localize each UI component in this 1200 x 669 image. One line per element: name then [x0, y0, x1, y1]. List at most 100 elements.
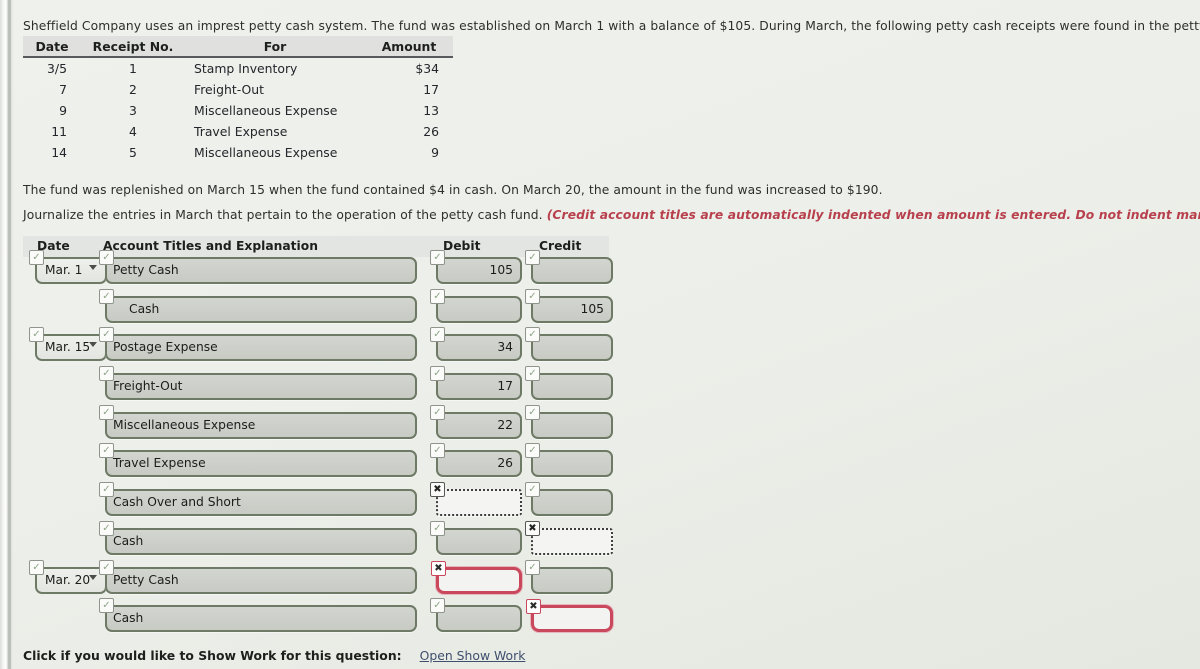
credit-amount-input[interactable]: ✓ [525, 366, 613, 401]
receipt-cell-date: 7 [59, 82, 67, 97]
credit-status-icon: ✓ [525, 250, 540, 265]
debit-status-icon: ✓ [430, 598, 445, 614]
receipt-cell-number: 3 [129, 103, 137, 118]
credit-amount-input[interactable]: ✓ [525, 443, 613, 478]
journal-table-body: ✓ Mar. 1 ✓ Petty Cash ✓ 105 ✓ ✓ Cash ✓ ✓ 105 ✓ Mar. 1… [23, 250, 613, 644]
account-title-input[interactable]: ✓ Miscellaneous Expense [99, 404, 417, 439]
credit-status-icon: ✓ [525, 366, 540, 382]
journal-date-value: Mar. 15 [45, 340, 91, 355]
credit-status-icon: ✓ [525, 559, 540, 575]
receipt-cell-number: 4 [129, 124, 137, 139]
debit-amount-value: 34 [497, 340, 513, 355]
credit-status-icon: ✓ [525, 443, 540, 459]
credit-amount-input[interactable]: ✖ [525, 520, 613, 555]
journal-col-debit: Debit [443, 239, 481, 253]
debit-amount-input[interactable]: ✓ [430, 520, 522, 555]
debit-status-icon: ✓ [430, 404, 445, 420]
window-left-edge [0, 0, 14, 669]
table-row: 9 3 Miscellaneous Expense 13 [23, 100, 453, 121]
debit-status-icon: ✖ [430, 482, 445, 498]
credit-amount-input[interactable]: ✓ [525, 250, 613, 284]
account-title-input[interactable]: ✓ Cash [99, 288, 417, 323]
replenish-statement: The fund was replenished on March 15 whe… [23, 183, 883, 197]
receipt-cell-for: Miscellaneous Expense [194, 145, 338, 160]
journal-entry-row: ✓ Cash ✓ ✖ [23, 598, 613, 644]
window-scroll-rail[interactable] [8, 0, 11, 669]
petty-cash-receipts-table: Date Receipt No. For Amount 3/5 1 Stamp In… [23, 36, 453, 163]
debit-amount-input[interactable]: ✓ [430, 288, 522, 323]
credit-amount-input[interactable]: ✖ [526, 599, 613, 633]
credit-amount-input[interactable]: ✓ [525, 327, 613, 362]
debit-amount-value: 17 [497, 379, 513, 394]
debit-amount-input[interactable]: ✓ 22 [430, 404, 522, 439]
credit-amount-input[interactable]: ✓ [525, 482, 613, 517]
journalize-instruction: Journalize the entries in March that per… [23, 207, 1200, 223]
debit-amount-input[interactable]: ✖ [431, 560, 522, 594]
journal-date-select[interactable]: ✓ Mar. 20 [29, 559, 107, 594]
journal-date-select[interactable]: ✓ Mar. 15 [29, 327, 107, 362]
credit-amount-input[interactable]: ✓ 105 [525, 288, 613, 323]
debit-status-icon: ✓ [430, 250, 445, 265]
receipt-cell-amount: 9 [431, 145, 439, 160]
account-title-input[interactable]: ✓ Postage Expense [99, 327, 417, 362]
account-title-value: Miscellaneous Expense [113, 417, 256, 432]
debit-amount-input[interactable]: ✓ 17 [430, 366, 522, 401]
credit-status-icon: ✓ [525, 327, 540, 343]
receipts-col-date: Date [23, 36, 81, 58]
account-title-input[interactable]: ✓ Cash Over and Short [99, 482, 417, 517]
debit-amount-input[interactable]: ✓ 105 [430, 250, 522, 284]
receipts-col-receipt: Receipt No. [81, 36, 185, 58]
account-status-icon: ✓ [99, 559, 114, 575]
show-work-prompt: Click if you would like to Show Work for… [23, 648, 402, 663]
open-show-work-link[interactable]: Open Show Work [420, 648, 526, 663]
debit-status-icon: ✓ [430, 443, 445, 459]
account-title-value: Travel Expense [113, 456, 206, 471]
credit-amount-input[interactable]: ✓ [525, 559, 613, 594]
credit-status-icon: ✖ [526, 599, 541, 615]
account-title-input[interactable]: ✓ Cash [99, 598, 417, 633]
chevron-down-icon [89, 574, 97, 580]
account-title-value: Cash [113, 611, 144, 626]
debit-status-icon: ✓ [430, 288, 445, 304]
account-title-input[interactable]: ✓ Freight-Out [99, 366, 417, 401]
account-title-value: Cash [129, 301, 160, 316]
date-status-icon: ✓ [29, 559, 44, 575]
intro-paragraph: Sheffield Company uses an imprest petty … [23, 19, 1200, 33]
account-title-value: Petty Cash [113, 263, 179, 277]
debit-status-icon: ✖ [431, 560, 446, 576]
table-row: 3/5 1 Stamp Inventory $34 [23, 58, 453, 79]
receipt-cell-for: Stamp Inventory [194, 61, 298, 76]
table-row: 14 5 Miscellaneous Expense 9 [23, 142, 453, 163]
receipt-cell-date: 3/5 [47, 61, 67, 76]
debit-status-icon: ✓ [430, 327, 445, 343]
receipt-cell-amount: $34 [415, 61, 439, 76]
receipt-cell-date: 9 [59, 103, 67, 118]
account-title-input[interactable]: ✓ Petty Cash [99, 559, 417, 594]
question-page: Sheffield Company uses an imprest petty … [0, 0, 1200, 669]
credit-status-icon: ✓ [525, 288, 540, 304]
account-title-value: Cash [113, 533, 144, 548]
debit-amount-input[interactable]: ✓ [430, 598, 522, 633]
journal-date-select[interactable]: ✓ Mar. 1 [29, 250, 107, 284]
account-title-input[interactable]: ✓ Cash [99, 520, 417, 555]
account-status-icon: ✓ [99, 443, 114, 459]
journal-entry-table: Date Account Titles and Explanation Debi… [23, 236, 613, 644]
receipt-cell-date: 14 [51, 145, 67, 160]
debit-amount-input[interactable]: ✖ [430, 482, 522, 517]
account-title-value: Postage Expense [113, 340, 218, 355]
account-status-icon: ✓ [99, 327, 114, 343]
account-title-input[interactable]: ✓ Petty Cash [99, 250, 417, 284]
instruction-emphasis-text: (Credit account titles are automatically… [546, 208, 1200, 222]
credit-amount-input[interactable]: ✓ [525, 404, 613, 439]
debit-status-icon: ✓ [430, 366, 445, 382]
credit-status-icon: ✖ [525, 520, 540, 536]
journal-date-value: Mar. 1 [45, 263, 83, 277]
account-status-icon: ✓ [99, 250, 114, 265]
debit-amount-input[interactable]: ✓ 34 [430, 327, 522, 362]
debit-amount-input[interactable]: ✓ 26 [430, 443, 522, 478]
credit-amount-value: 105 [580, 301, 604, 316]
account-title-input[interactable]: ✓ Travel Expense [99, 443, 417, 478]
receipts-table-body: 3/5 1 Stamp Inventory $34 7 2 Freight-Out 17 9 3 M… [23, 58, 453, 163]
chevron-down-icon [89, 342, 97, 348]
debit-amount-value: 26 [497, 456, 513, 471]
